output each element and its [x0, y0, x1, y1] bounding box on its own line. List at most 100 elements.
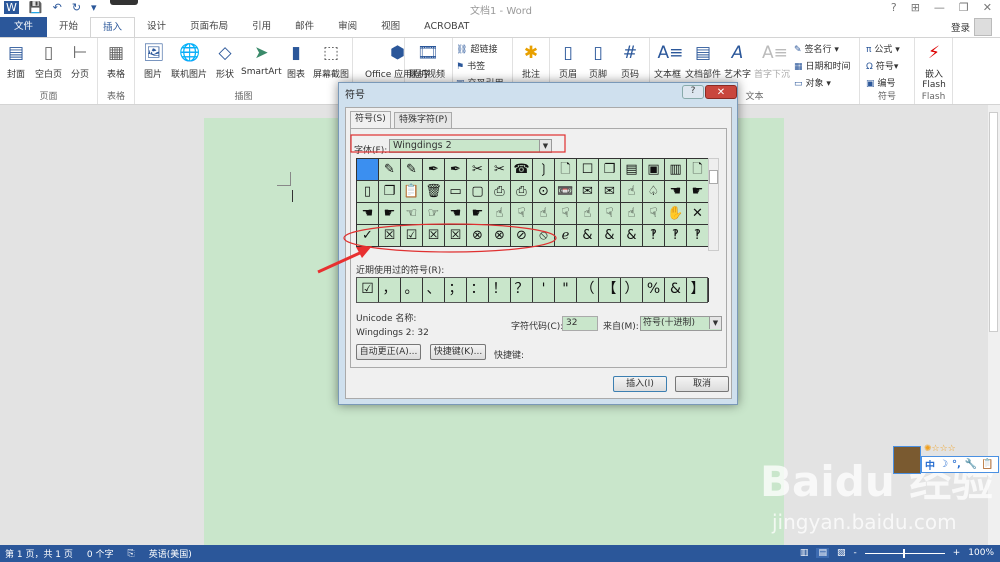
footer-button[interactable]: ▯ 页脚: [588, 42, 608, 80]
account[interactable]: 登录: [951, 18, 992, 36]
close-button[interactable]: ✕: [705, 85, 737, 99]
symbol-cell[interactable]: [357, 159, 379, 181]
symbol-cell[interactable]: ▤: [621, 159, 643, 181]
symbol-cell[interactable]: ☐: [577, 159, 599, 181]
redo-icon[interactable]: ↻: [72, 1, 81, 14]
chart-button[interactable]: ▮ 图表: [286, 42, 306, 80]
tab-references[interactable]: 引用: [240, 17, 283, 37]
zoom-in-button[interactable]: +: [953, 548, 961, 558]
tab-mailings[interactable]: 邮件: [283, 17, 326, 37]
symbol-cell[interactable]: ⎙: [489, 181, 511, 203]
scrollbar-thumb[interactable]: [989, 112, 998, 332]
bookmark-button[interactable]: ⚑ 书签: [456, 59, 485, 72]
quick-parts-button[interactable]: ▤ 文档部件: [685, 42, 721, 80]
punctuation-icon[interactable]: °,: [952, 459, 961, 470]
drop-cap-button[interactable]: A≡ 首字下沉: [754, 42, 790, 80]
symbol-cell[interactable]: ☟: [555, 203, 577, 225]
symbol-cell[interactable]: ☜: [401, 203, 423, 225]
recent-symbol-cell[interactable]: ": [555, 278, 577, 302]
symbol-cell[interactable]: ▣: [643, 159, 665, 181]
word-count[interactable]: 0 个字: [87, 547, 114, 560]
tab-layout[interactable]: 页面布局: [178, 17, 240, 37]
save-icon[interactable]: 💾: [29, 1, 43, 14]
comment-button[interactable]: ✱ 批注: [521, 42, 541, 80]
header-button[interactable]: ▯ 页眉: [558, 42, 578, 80]
recent-symbol-cell[interactable]: ☑: [357, 278, 379, 302]
tab-review[interactable]: 审阅: [326, 17, 369, 37]
symbol-cell[interactable]: ☟: [643, 203, 665, 225]
symbol-cell[interactable]: &: [621, 225, 643, 247]
textbox-button[interactable]: A≡ 文本框: [654, 42, 683, 80]
zoom-slider[interactable]: [864, 548, 945, 558]
moon-icon[interactable]: ☽: [939, 459, 948, 470]
chevron-down-icon[interactable]: ▼: [709, 317, 721, 329]
symbol-cell[interactable]: ✎: [401, 159, 423, 181]
symbol-cell[interactable]: ☎: [511, 159, 533, 181]
symbol-cell[interactable]: 📋: [401, 181, 423, 203]
chevron-down-icon[interactable]: ▼: [539, 140, 551, 152]
zoom-slider-thumb[interactable]: [902, 548, 905, 558]
web-layout-icon[interactable]: ▧: [837, 548, 846, 558]
tab-special-characters[interactable]: 特殊字符(P): [394, 112, 453, 128]
symbol-cell[interactable]: ⊗: [489, 225, 511, 247]
symbol-cell[interactable]: ☝: [621, 203, 643, 225]
symbol-cell[interactable]: ⦸: [533, 225, 555, 247]
shortcut-key-button[interactable]: 快捷键(K)...: [430, 344, 486, 360]
symbol-cell[interactable]: ✉: [599, 181, 621, 203]
symbol-cell[interactable]: ☝: [621, 181, 643, 203]
clipboard-icon[interactable]: 📋: [981, 459, 993, 470]
read-mode-icon[interactable]: ▥: [800, 548, 809, 558]
symbol-cell[interactable]: ☝: [533, 203, 555, 225]
symbol-cell[interactable]: ♤: [643, 181, 665, 203]
tab-file[interactable]: 文件: [0, 17, 48, 37]
screenshot-button[interactable]: ⬚ 屏幕截图: [313, 42, 349, 80]
tab-design[interactable]: 设计: [135, 17, 178, 37]
tab-insert[interactable]: 插入: [90, 17, 136, 37]
recent-symbol-cell[interactable]: ）: [621, 278, 643, 302]
symbol-button[interactable]: Ω 符号▾: [866, 59, 898, 72]
page-count[interactable]: 第 1 页，共 1 页: [5, 547, 73, 560]
tab-acrobat[interactable]: ACROBAT: [412, 17, 481, 37]
symbol-cell[interactable]: ✎: [379, 159, 401, 181]
recent-symbol-cell[interactable]: ！: [489, 278, 511, 302]
recent-symbol-cell[interactable]: &: [665, 278, 687, 302]
online-pictures-button[interactable]: 🌐 联机图片: [171, 42, 207, 80]
ime-chinese-mode[interactable]: 中: [925, 457, 935, 472]
symbol-cell[interactable]: ▥: [665, 159, 687, 181]
symbol-cell[interactable]: ⊙: [533, 181, 555, 203]
hyperlink-button[interactable]: ⛓ 超链接: [456, 42, 497, 55]
symbol-cell[interactable]: ‽: [665, 225, 687, 247]
customize-qat-icon[interactable]: ▾: [91, 1, 97, 14]
number-button[interactable]: ▣ 编号: [866, 76, 896, 89]
symbol-cell[interactable]: ❐: [599, 159, 621, 181]
symbol-cell[interactable]: 🗋: [555, 159, 577, 181]
table-button[interactable]: ▦ 表格: [106, 42, 126, 80]
recent-symbol-cell[interactable]: ；: [445, 278, 467, 302]
symbol-cell[interactable]: ‽: [643, 225, 665, 247]
date-time-button[interactable]: ▦ 日期和时间: [794, 59, 851, 72]
symbol-cell[interactable]: &: [599, 225, 621, 247]
symbol-cell[interactable]: ✂: [467, 159, 489, 181]
signature-line-button[interactable]: ✎ 签名行 ▾: [794, 42, 839, 55]
symbol-cell[interactable]: ☑: [401, 225, 423, 247]
symbol-cell[interactable]: ✉: [577, 181, 599, 203]
page-break-button[interactable]: ⊢ 分页: [70, 42, 90, 80]
symbol-cell[interactable]: ☒: [379, 225, 401, 247]
recent-symbol-cell[interactable]: 】: [687, 278, 709, 302]
charcode-input[interactable]: 32: [562, 316, 598, 331]
equation-button[interactable]: π 公式 ▾: [866, 42, 900, 55]
blank-page-button[interactable]: ▯ 空白页: [35, 42, 62, 80]
wordart-button[interactable]: A 艺术字: [724, 42, 751, 80]
tab-symbols[interactable]: 符号(S): [350, 111, 391, 129]
symbol-cell[interactable]: ☝: [577, 203, 599, 225]
symbol-cell[interactable]: ☝: [489, 203, 511, 225]
login-link[interactable]: 登录: [951, 20, 970, 34]
symbol-cell[interactable]: ✓: [357, 225, 379, 247]
symbol-cell[interactable]: ☚: [357, 203, 379, 225]
symbol-cell[interactable]: ☛: [467, 203, 489, 225]
online-video-button[interactable]: 🎞 联机视频: [409, 42, 445, 80]
symbol-cell[interactable]: ✒: [445, 159, 467, 181]
ime-avatar[interactable]: [893, 446, 921, 474]
symbol-cell[interactable]: ☛: [687, 181, 709, 203]
symbol-cell[interactable]: ☚: [445, 203, 467, 225]
